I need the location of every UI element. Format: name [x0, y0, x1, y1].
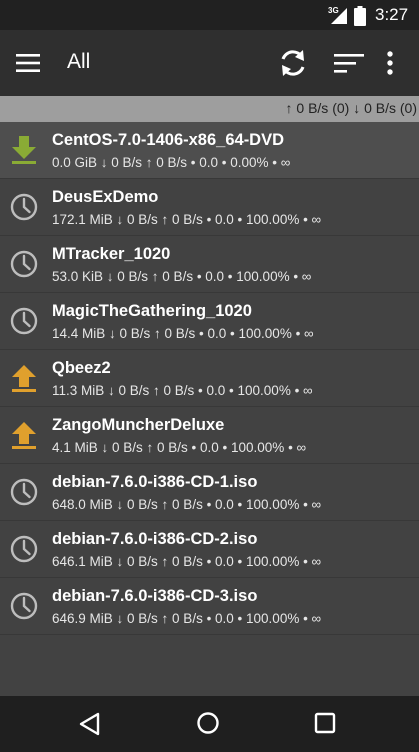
menu-icon[interactable] — [14, 50, 42, 76]
clock-icon — [9, 591, 39, 621]
torrent-name: ZangoMuncherDeluxe — [52, 416, 225, 434]
overflow-menu-icon[interactable] — [382, 48, 398, 78]
clock-icon — [9, 534, 39, 564]
torrent-info: 11.3 MiB ↓ 0 B/s ↑ 0 B/s • 0.0 • 100.00%… — [52, 383, 313, 398]
torrent-name: DeusExDemo — [52, 188, 159, 206]
torrent-row[interactable]: CentOS-7.0-1406-x86_64-DVD 0.0 GiB ↓ 0 B/… — [0, 122, 419, 179]
torrent-name: debian-7.6.0-i386-CD-1.iso — [52, 473, 258, 491]
download-arrow-icon — [9, 135, 39, 165]
torrent-info: 646.1 MiB ↓ 0 B/s ↑ 0 B/s • 0.0 • 100.00… — [52, 554, 322, 569]
torrent-row[interactable]: DeusExDemo 172.1 MiB ↓ 0 B/s ↑ 0 B/s • 0.… — [0, 179, 419, 236]
clock: 3:27 — [375, 5, 409, 24]
torrent-name: MTracker_1020 — [52, 245, 171, 263]
torrent-row[interactable]: Qbeez2 11.3 MiB ↓ 0 B/s ↑ 0 B/s • 0.0 • 1… — [0, 350, 419, 407]
torrent-info: 0.0 GiB ↓ 0 B/s ↑ 0 B/s • 0.0 • 0.00% • … — [52, 155, 291, 170]
speed-summary-bar: ↑ 0 B/s (0) ↓ 0 B/s (0) — [0, 96, 419, 122]
torrent-info: 4.1 MiB ↓ 0 B/s ↑ 0 B/s • 0.0 • 100.00% … — [52, 440, 307, 455]
home-icon[interactable] — [196, 711, 220, 735]
torrent-info: 14.4 MiB ↓ 0 B/s ↑ 0 B/s • 0.0 • 100.00%… — [52, 326, 314, 341]
status-bar: 3G 3:27 — [0, 0, 419, 30]
torrent-row[interactable]: MTracker_1020 53.0 KiB ↓ 0 B/s ↑ 0 B/s • … — [0, 236, 419, 293]
torrent-name: debian-7.6.0-i386-CD-3.iso — [52, 587, 258, 605]
torrent-row[interactable]: MagicTheGathering_1020 14.4 MiB ↓ 0 B/s ↑… — [0, 293, 419, 350]
signal-icon — [331, 8, 347, 24]
torrent-row[interactable]: ZangoMuncherDeluxe 4.1 MiB ↓ 0 B/s ↑ 0 B/… — [0, 407, 419, 464]
battery-icon — [354, 6, 366, 26]
upload-arrow-icon — [9, 363, 39, 393]
page-title: All — [67, 50, 91, 73]
torrent-row[interactable]: debian-7.6.0-i386-CD-2.iso 646.1 MiB ↓ 0 … — [0, 521, 419, 578]
back-icon[interactable] — [78, 712, 102, 736]
torrent-name: Qbeez2 — [52, 359, 111, 377]
torrent-list: CentOS-7.0-1406-x86_64-DVD 0.0 GiB ↓ 0 B/… — [0, 122, 419, 635]
refresh-icon[interactable] — [276, 46, 310, 80]
clock-icon — [9, 249, 39, 279]
torrent-info: 646.9 MiB ↓ 0 B/s ↑ 0 B/s • 0.0 • 100.00… — [52, 611, 322, 626]
torrent-name: CentOS-7.0-1406-x86_64-DVD — [52, 131, 285, 149]
torrent-info: 53.0 KiB ↓ 0 B/s ↑ 0 B/s • 0.0 • 100.00%… — [52, 269, 312, 284]
nav-bar — [0, 696, 419, 752]
torrent-row[interactable]: debian-7.6.0-i386-CD-1.iso 648.0 MiB ↓ 0 … — [0, 464, 419, 521]
torrent-info: 648.0 MiB ↓ 0 B/s ↑ 0 B/s • 0.0 • 100.00… — [52, 497, 322, 512]
torrent-name: debian-7.6.0-i386-CD-2.iso — [52, 530, 258, 548]
speed-summary: ↑ 0 B/s (0) ↓ 0 B/s (0) — [285, 100, 417, 116]
clock-icon — [9, 306, 39, 336]
recents-icon[interactable] — [314, 712, 336, 734]
sort-icon[interactable] — [332, 49, 366, 77]
upload-arrow-icon — [9, 420, 39, 450]
clock-icon — [9, 477, 39, 507]
clock-icon — [9, 192, 39, 222]
torrent-row[interactable]: debian-7.6.0-i386-CD-3.iso 646.9 MiB ↓ 0 … — [0, 578, 419, 635]
torrent-name: MagicTheGathering_1020 — [52, 302, 252, 320]
app-bar: All — [0, 30, 419, 96]
torrent-info: 172.1 MiB ↓ 0 B/s ↑ 0 B/s • 0.0 • 100.00… — [52, 212, 322, 227]
